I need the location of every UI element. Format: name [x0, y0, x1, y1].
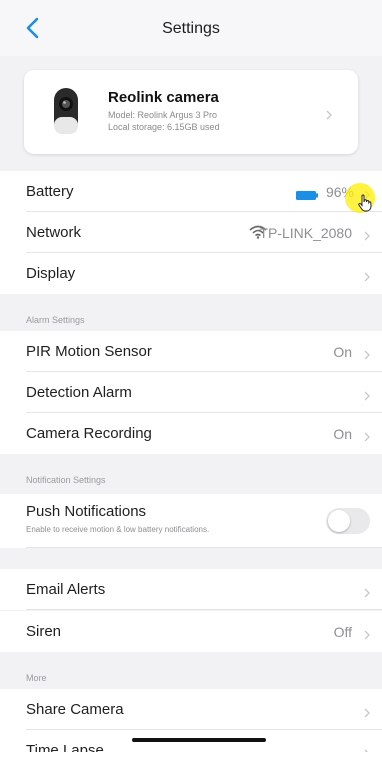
settings-screen: Settings Reolink camera Model: Reolink A…	[0, 0, 382, 758]
chevron-right-icon	[364, 429, 370, 442]
section-notification-settings: Notification Settings	[26, 475, 106, 485]
header: Settings	[0, 0, 382, 56]
network-label: Network	[26, 224, 82, 241]
section-alarm-settings: Alarm Settings	[26, 315, 85, 325]
siren-value: Off	[333, 624, 352, 640]
recording-label: Camera Recording	[26, 425, 152, 442]
detection-alarm-row[interactable]: Detection Alarm	[0, 372, 382, 413]
camera-recording-row[interactable]: Camera Recording On	[0, 413, 382, 454]
hand-cursor-icon	[357, 194, 373, 212]
chevron-right-icon	[364, 705, 370, 718]
display-row[interactable]: Display	[0, 253, 382, 294]
camera-card[interactable]: Reolink camera Model: Reolink Argus 3 Pr…	[24, 70, 358, 154]
toggle-knob	[328, 510, 350, 532]
chevron-right-icon	[364, 269, 370, 282]
chevron-right-icon	[364, 347, 370, 360]
email-label: Email Alerts	[26, 581, 106, 598]
pir-value: On	[333, 344, 352, 360]
share-label: Share Camera	[26, 701, 124, 718]
network-value: TP-LINK_2080	[259, 225, 352, 241]
camera-name: Reolink camera	[108, 89, 219, 106]
chevron-right-icon	[364, 585, 370, 598]
divider	[26, 609, 382, 610]
home-indicator[interactable]	[132, 738, 266, 742]
siren-label: Siren	[26, 623, 62, 640]
push-notifications-row: Push Notifications Enable to receive mot…	[0, 494, 382, 548]
siren-row[interactable]: Siren Off	[0, 611, 382, 652]
battery-label: Battery	[26, 183, 74, 200]
share-camera-row[interactable]: Share Camera	[0, 689, 382, 730]
push-description: Enable to receive motion & low battery n…	[26, 525, 210, 534]
chevron-right-icon	[364, 228, 370, 241]
chevron-right-icon	[364, 388, 370, 401]
pir-motion-sensor-row[interactable]: PIR Motion Sensor On	[0, 331, 382, 372]
push-label: Push Notifications	[26, 503, 147, 520]
camera-storage: Local storage: 6.15GB used	[108, 122, 220, 132]
pir-label: PIR Motion Sensor	[26, 343, 152, 360]
network-row[interactable]: Network TP-LINK_2080	[0, 212, 382, 253]
battery-icon	[296, 187, 318, 200]
email-alerts-row[interactable]: Email Alerts	[0, 569, 382, 610]
divider	[26, 547, 382, 548]
recording-value: On	[333, 426, 352, 442]
battery-row[interactable]: Battery 96%	[0, 171, 382, 212]
chevron-right-icon	[326, 107, 332, 120]
push-notifications-toggle[interactable]	[326, 508, 370, 534]
display-label: Display	[26, 265, 76, 282]
camera-model: Model: Reolink Argus 3 Pro	[108, 110, 218, 120]
detection-label: Detection Alarm	[26, 384, 132, 401]
chevron-right-icon	[364, 627, 370, 640]
page-title: Settings	[162, 20, 220, 37]
bottom-area	[0, 752, 382, 758]
camera-icon	[53, 87, 79, 135]
section-more: More	[26, 673, 47, 683]
